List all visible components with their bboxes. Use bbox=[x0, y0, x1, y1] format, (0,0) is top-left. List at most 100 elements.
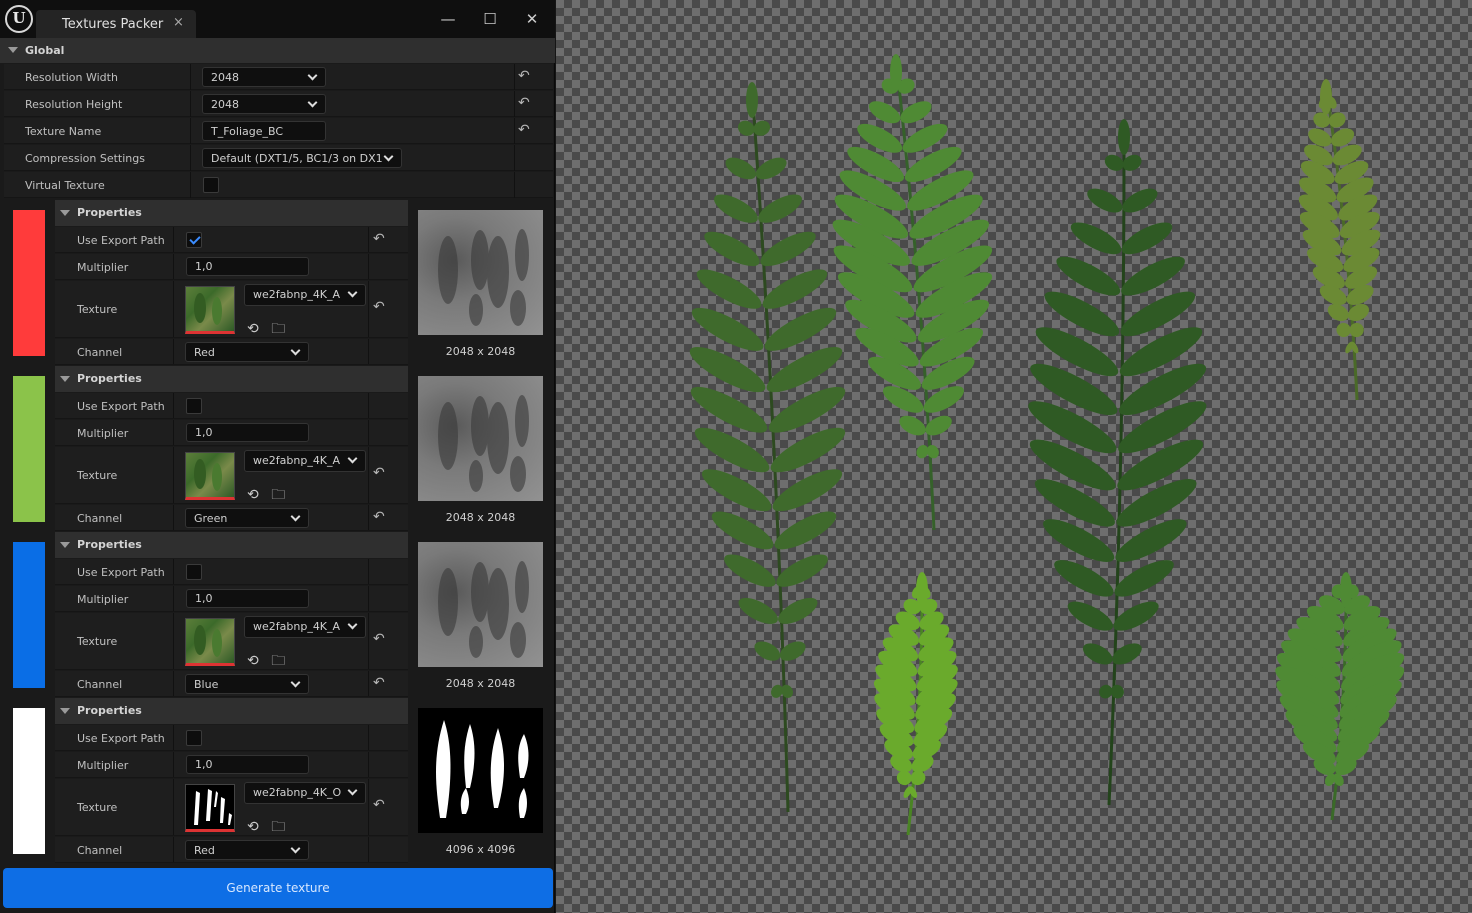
collapse-arrow-icon[interactable] bbox=[60, 708, 70, 714]
multiplier-input[interactable]: 1,0 bbox=[186, 589, 309, 608]
channel-preview-image bbox=[418, 376, 543, 501]
channel-row: Channel Red bbox=[55, 339, 408, 365]
tab-title: Textures Packer bbox=[62, 17, 164, 32]
reset-icon[interactable]: ↶ bbox=[518, 68, 530, 84]
properties-label: Properties bbox=[77, 372, 142, 385]
find-in-content-icon[interactable]: 🗀 bbox=[271, 653, 285, 669]
find-in-content-icon[interactable]: 🗀 bbox=[271, 487, 285, 503]
texture-thumbnail[interactable] bbox=[185, 784, 235, 832]
compression-settings-combo[interactable]: Default (DXT1/5, BC1/3 on DX11) bbox=[202, 148, 402, 168]
multiplier-value: 1,0 bbox=[195, 260, 213, 273]
multiplier-label: Multiplier bbox=[77, 593, 129, 606]
reset-icon[interactable]: ↶ bbox=[373, 509, 385, 525]
browse-icon[interactable]: ⟲ bbox=[247, 653, 259, 669]
texture-asset-picker[interactable]: we2fabnp_4K_Alb bbox=[244, 284, 366, 306]
channel-color-swatch[interactable] bbox=[13, 376, 45, 522]
collapse-arrow-icon[interactable] bbox=[60, 376, 70, 382]
chevron-down-icon bbox=[307, 97, 318, 108]
channel-color-swatch[interactable] bbox=[13, 708, 45, 854]
channel-combo[interactable]: Red bbox=[185, 840, 309, 860]
properties-header[interactable]: Properties bbox=[55, 366, 408, 392]
chevron-down-icon bbox=[347, 287, 358, 298]
unreal-logo-icon: U bbox=[5, 5, 33, 33]
virtual-texture-checkbox[interactable] bbox=[203, 177, 219, 193]
texture-row: Texture we2fabnp_4K_Alb ⟲ 🗀 ↶ bbox=[55, 613, 408, 670]
reset-icon[interactable]: ↶ bbox=[373, 231, 385, 247]
use-export-path-checkbox[interactable] bbox=[186, 730, 202, 746]
browse-icon[interactable]: ⟲ bbox=[247, 819, 259, 835]
global-section-label: Global bbox=[25, 44, 65, 57]
texture-label: Texture bbox=[77, 303, 118, 316]
texture-name-value: T_Foliage_BC bbox=[211, 125, 284, 138]
multiplier-label: Multiplier bbox=[77, 427, 129, 440]
minimize-button[interactable]: — bbox=[436, 8, 460, 30]
channel-block: Properties Use Export Path Multiplier 1,… bbox=[0, 366, 555, 532]
find-in-content-icon[interactable]: 🗀 bbox=[271, 321, 285, 337]
reset-icon[interactable]: ↶ bbox=[518, 122, 530, 138]
multiplier-value: 1,0 bbox=[195, 592, 213, 605]
channel-block: Properties Use Export Path Multiplier 1,… bbox=[0, 698, 555, 864]
tab-close-icon[interactable]: × bbox=[173, 15, 184, 30]
use-export-path-checkbox[interactable] bbox=[186, 398, 202, 414]
properties-header[interactable]: Properties bbox=[55, 532, 408, 558]
properties-label: Properties bbox=[77, 538, 142, 551]
multiplier-value: 1,0 bbox=[195, 426, 213, 439]
tab-textures-packer[interactable]: Textures Packer × bbox=[36, 10, 196, 38]
channel-label: Channel bbox=[77, 678, 123, 691]
texture-name-input[interactable]: T_Foliage_BC bbox=[202, 121, 326, 141]
multiplier-input[interactable]: 1,0 bbox=[186, 755, 309, 774]
browse-icon[interactable]: ⟲ bbox=[247, 321, 259, 337]
reset-icon[interactable]: ↶ bbox=[373, 465, 385, 481]
resolution-height-combo[interactable]: 2048 bbox=[202, 94, 326, 114]
use-export-path-checkbox[interactable] bbox=[186, 564, 202, 580]
chevron-down-icon bbox=[307, 70, 318, 81]
properties-header[interactable]: Properties bbox=[55, 200, 408, 226]
reset-icon[interactable]: ↶ bbox=[373, 299, 385, 315]
multiplier-input[interactable]: 1,0 bbox=[186, 423, 309, 442]
use-export-path-label: Use Export Path bbox=[77, 566, 165, 579]
chevron-down-icon bbox=[290, 511, 301, 522]
resolution-width-combo[interactable]: 2048 bbox=[202, 67, 326, 87]
collapse-arrow-icon[interactable] bbox=[8, 47, 18, 53]
maximize-button[interactable]: ☐ bbox=[478, 8, 502, 30]
channel-label: Channel bbox=[77, 512, 123, 525]
channel-color-swatch[interactable] bbox=[13, 542, 45, 688]
texture-thumbnail[interactable] bbox=[185, 286, 235, 334]
close-button[interactable]: ✕ bbox=[520, 8, 544, 30]
properties-header[interactable]: Properties bbox=[55, 698, 408, 724]
texture-asset-picker[interactable]: we2fabnp_4K_Alb bbox=[244, 616, 366, 638]
collapse-arrow-icon[interactable] bbox=[60, 542, 70, 548]
texture-thumbnail[interactable] bbox=[185, 618, 235, 666]
reset-icon[interactable]: ↶ bbox=[518, 95, 530, 111]
channel-row: Channel Blue ↶ bbox=[55, 671, 408, 697]
chevron-down-icon bbox=[347, 453, 358, 464]
texture-preview-viewport[interactable] bbox=[556, 0, 1472, 913]
find-in-content-icon[interactable]: 🗀 bbox=[271, 819, 285, 835]
collapse-arrow-icon[interactable] bbox=[60, 210, 70, 216]
reset-icon[interactable]: ↶ bbox=[373, 675, 385, 691]
fern-foliage-image bbox=[689, 54, 1405, 836]
resolution-height-row: Resolution Height 2048 ↶ bbox=[4, 91, 553, 117]
texture-asset-picker[interactable]: we2fabnp_4K_Opa bbox=[244, 782, 366, 804]
reset-icon[interactable]: ↶ bbox=[373, 797, 385, 813]
channel-block: Properties Use Export Path ↶ Multiplier … bbox=[0, 200, 555, 366]
generate-texture-button[interactable]: Generate texture bbox=[3, 868, 553, 908]
browse-icon[interactable]: ⟲ bbox=[247, 487, 259, 503]
resolution-height-value: 2048 bbox=[211, 98, 239, 111]
use-export-path-checkbox[interactable] bbox=[186, 232, 202, 248]
channel-combo[interactable]: Red bbox=[185, 342, 309, 362]
texture-thumbnail[interactable] bbox=[185, 452, 235, 500]
use-export-path-row: Use Export Path ↶ bbox=[55, 227, 408, 253]
chevron-down-icon bbox=[290, 345, 301, 356]
channel-color-swatch[interactable] bbox=[13, 210, 45, 356]
channel-combo[interactable]: Blue bbox=[185, 674, 309, 694]
reset-icon[interactable]: ↶ bbox=[373, 631, 385, 647]
global-section-header[interactable]: Global bbox=[0, 38, 555, 63]
multiplier-input[interactable]: 1,0 bbox=[186, 257, 309, 276]
texture-name-label: Texture Name bbox=[25, 125, 102, 138]
channel-label: Channel bbox=[77, 346, 123, 359]
channel-combo[interactable]: Green bbox=[185, 508, 309, 528]
channel-row: Channel Red bbox=[55, 837, 408, 863]
texture-asset-picker[interactable]: we2fabnp_4K_Alb bbox=[244, 450, 366, 472]
texture-row: Texture we2fabnp_4K_Opa ⟲ 🗀 ↶ bbox=[55, 779, 408, 836]
